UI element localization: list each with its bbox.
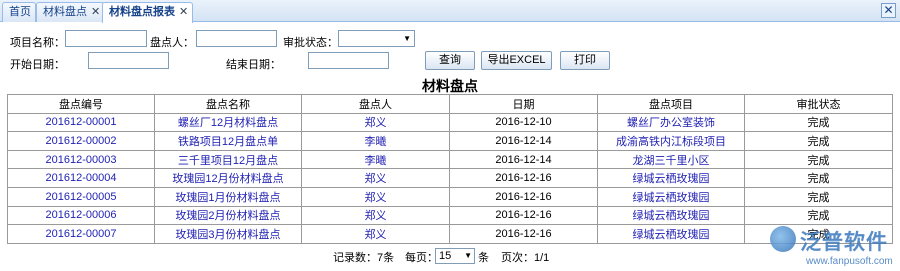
date-cell: 2016-12-16 [449, 205, 598, 226]
project-link[interactable]: 绿城云栖玫瑰园 [597, 205, 745, 226]
status-cell: 完成 [744, 112, 893, 133]
approval-status-label: 审批状态： [283, 37, 338, 49]
query-button[interactable]: 查询 [425, 51, 475, 70]
table-row: 201612-00001 螺丝厂12月材料盘点 郑义 2016-12-10 螺丝… [7, 112, 893, 133]
per-page-unit: 条 [478, 252, 489, 264]
table-header-row: 盘点编号 盘点名称 盘点人 日期 盘点项目 审批状态 [7, 94, 893, 114]
inventory-table: 盘点编号 盘点名称 盘点人 日期 盘点项目 审批状态 201612-00001 … [7, 94, 893, 244]
tab-material-inventory-report[interactable]: 材料盘点报表 ✕ [102, 2, 194, 23]
tab-close-icon[interactable]: ✕ [91, 3, 100, 21]
inventory-person-input[interactable] [196, 30, 277, 47]
inventory-name-link[interactable]: 玫瑰园3月份材料盘点 [154, 224, 302, 244]
inventory-person-link[interactable]: 郑义 [301, 224, 450, 244]
inventory-name-link[interactable]: 玫瑰园1月份材料盘点 [154, 186, 302, 207]
chevron-down-icon: ▼ [403, 34, 411, 43]
inventory-person-link[interactable]: 郑义 [301, 112, 450, 133]
project-link[interactable]: 绿城云栖玫瑰园 [597, 186, 745, 207]
end-date-input[interactable] [308, 52, 389, 69]
inventory-name-link[interactable]: 玫瑰园12月份材料盘点 [154, 168, 302, 188]
tab-bar: 首页 材料盘点 ✕ 材料盘点报表 ✕ ✕ [0, 0, 900, 23]
project-link[interactable]: 绿城云栖玫瑰园 [597, 168, 745, 188]
date-cell: 2016-12-16 [449, 168, 598, 188]
report-title: 材料盘点 [422, 78, 478, 94]
table-row: 201612-00005 玫瑰园1月份材料盘点 郑义 2016-12-16 绿城… [7, 186, 893, 207]
project-link[interactable]: 龙湖三千里小区 [597, 149, 745, 170]
inventory-person-link[interactable]: 郑义 [301, 205, 450, 226]
inventory-id-link[interactable]: 201612-00007 [7, 224, 155, 244]
status-cell: 完成 [744, 186, 893, 207]
project-link[interactable]: 成渝高铁内江标段项目 [597, 131, 745, 151]
project-link[interactable]: 绿城云栖玫瑰园 [597, 224, 745, 244]
inventory-id-link[interactable]: 201612-00005 [7, 186, 155, 207]
status-cell: 完成 [744, 149, 893, 170]
inventory-id-link[interactable]: 201612-00002 [7, 131, 155, 151]
inventory-person-link[interactable]: 郑义 [301, 168, 450, 188]
inventory-person-link[interactable]: 李曦 [301, 149, 450, 170]
inventory-id-link[interactable]: 201612-00003 [7, 149, 155, 170]
window-close-icon[interactable]: ✕ [881, 3, 896, 18]
status-cell: 完成 [744, 131, 893, 151]
inventory-id-link[interactable]: 201612-00004 [7, 168, 155, 188]
start-date-label: 开始日期： [10, 59, 65, 71]
per-page-select[interactable]: 15 ▼ [435, 248, 475, 264]
inventory-name-link[interactable]: 螺丝厂12月材料盘点 [154, 112, 302, 133]
brand-logo: 泛普软件 www.fanpusoft.com [770, 226, 900, 271]
tab-label: 材料盘点 [43, 6, 87, 18]
column-header: 审批状态 [744, 94, 893, 114]
tab-label: 首页 [9, 6, 31, 18]
project-name-label: 项目名称： [10, 37, 65, 49]
record-count: 记录数：7条 [333, 252, 395, 264]
project-link[interactable]: 螺丝厂办公室装饰 [597, 112, 745, 133]
start-date-input[interactable] [88, 52, 169, 69]
per-page-label: 每页： [405, 252, 438, 264]
date-cell: 2016-12-16 [449, 186, 598, 207]
date-cell: 2016-12-10 [449, 112, 598, 133]
inventory-id-link[interactable]: 201612-00006 [7, 205, 155, 226]
tab-home[interactable]: 首页 [2, 2, 36, 22]
table-row: 201612-00007 玫瑰园3月份材料盘点 郑义 2016-12-16 绿城… [7, 224, 893, 244]
status-cell: 完成 [744, 205, 893, 226]
approval-status-select[interactable]: ▼ [338, 30, 415, 47]
per-page-value: 15 [439, 250, 452, 262]
tab-material-inventory[interactable]: 材料盘点 ✕ [36, 2, 106, 22]
end-date-label: 结束日期： [226, 59, 281, 71]
logo-url: www.fanpusoft.com [806, 256, 893, 267]
logo-name: 泛普软件 [800, 231, 888, 254]
chevron-down-icon: ▼ [464, 251, 472, 260]
date-cell: 2016-12-16 [449, 224, 598, 244]
column-header: 盘点人 [301, 94, 450, 114]
date-cell: 2016-12-14 [449, 149, 598, 170]
table-row: 201612-00003 三千里项目12月盘点 李曦 2016-12-14 龙湖… [7, 149, 893, 170]
inventory-name-link[interactable]: 三千里项目12月盘点 [154, 149, 302, 170]
export-excel-button[interactable]: 导出EXCEL [481, 51, 552, 70]
print-button[interactable]: 打印 [560, 51, 610, 70]
column-header: 盘点名称 [154, 94, 302, 114]
inventory-person-label: 盘点人： [150, 37, 194, 49]
logo-mark-icon [770, 226, 796, 252]
date-cell: 2016-12-14 [449, 131, 598, 151]
inventory-name-link[interactable]: 玫瑰园2月份材料盘点 [154, 205, 302, 226]
page-info: 页次：1/1 [501, 252, 550, 264]
table-row: 201612-00002 铁路项目12月盘点单 李曦 2016-12-14 成渝… [7, 131, 893, 151]
column-header: 盘点项目 [597, 94, 745, 114]
table-row: 201612-00004 玫瑰园12月份材料盘点 郑义 2016-12-16 绿… [7, 168, 893, 188]
inventory-id-link[interactable]: 201612-00001 [7, 112, 155, 133]
inventory-person-link[interactable]: 郑义 [301, 186, 450, 207]
column-header: 盘点编号 [7, 94, 155, 114]
tab-close-icon[interactable]: ✕ [179, 3, 188, 21]
column-header: 日期 [449, 94, 598, 114]
table-row: 201612-00006 玫瑰园2月份材料盘点 郑义 2016-12-16 绿城… [7, 205, 893, 226]
tab-label: 材料盘点报表 [109, 6, 175, 18]
project-name-input[interactable] [65, 30, 147, 47]
inventory-person-link[interactable]: 李曦 [301, 131, 450, 151]
status-cell: 完成 [744, 168, 893, 188]
inventory-name-link[interactable]: 铁路项目12月盘点单 [154, 131, 302, 151]
